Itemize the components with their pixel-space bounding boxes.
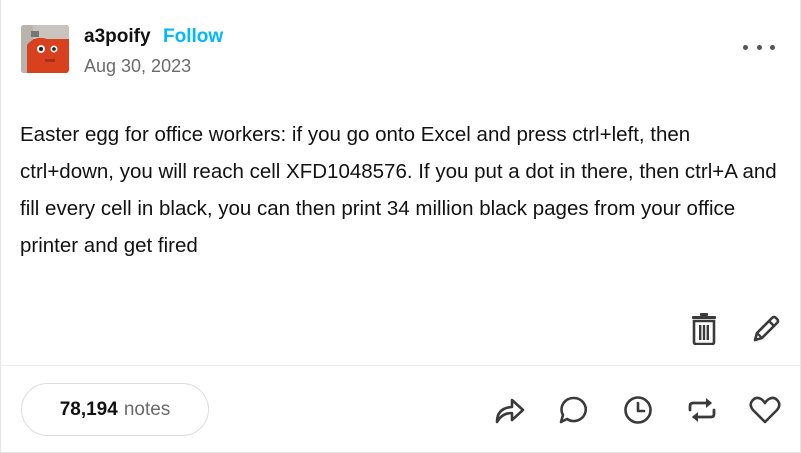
reblog-icon <box>688 398 716 422</box>
avatar-photo <box>21 25 69 73</box>
more-options-button[interactable] <box>743 39 775 55</box>
follow-button[interactable]: Follow <box>163 26 223 48</box>
author-username[interactable]: a3poify <box>84 26 151 48</box>
more-horizontal-icon <box>743 44 748 50</box>
queue-icon <box>624 396 652 424</box>
like-button[interactable] <box>747 392 783 428</box>
like-icon <box>749 396 781 424</box>
trash-icon <box>692 313 716 345</box>
footer-divider <box>0 365 801 366</box>
more-horizontal-icon <box>770 44 775 50</box>
notes-count: 78,194 <box>59 398 118 420</box>
avatar[interactable] <box>21 25 69 73</box>
delete-button[interactable] <box>686 311 722 347</box>
queue-button[interactable] <box>620 392 656 428</box>
notes-label: notes <box>123 398 171 420</box>
pencil-icon <box>753 315 780 342</box>
reblog-button[interactable] <box>684 392 720 428</box>
card-border-left <box>0 0 1 453</box>
post-card: a3poify Follow Aug 30, 2023 Easter egg f… <box>0 0 801 453</box>
reply-icon <box>559 396 588 424</box>
more-horizontal-icon <box>756 44 762 50</box>
post-body-text: Easter egg for office workers: if you go… <box>20 123 777 257</box>
edit-button[interactable] <box>748 311 784 347</box>
reply-button[interactable] <box>556 392 592 428</box>
share-button[interactable] <box>492 392 528 428</box>
notes-button[interactable]: 78,194 notes <box>21 383 209 436</box>
post-date[interactable]: Aug 30, 2023 <box>84 56 191 77</box>
share-icon <box>495 398 525 424</box>
